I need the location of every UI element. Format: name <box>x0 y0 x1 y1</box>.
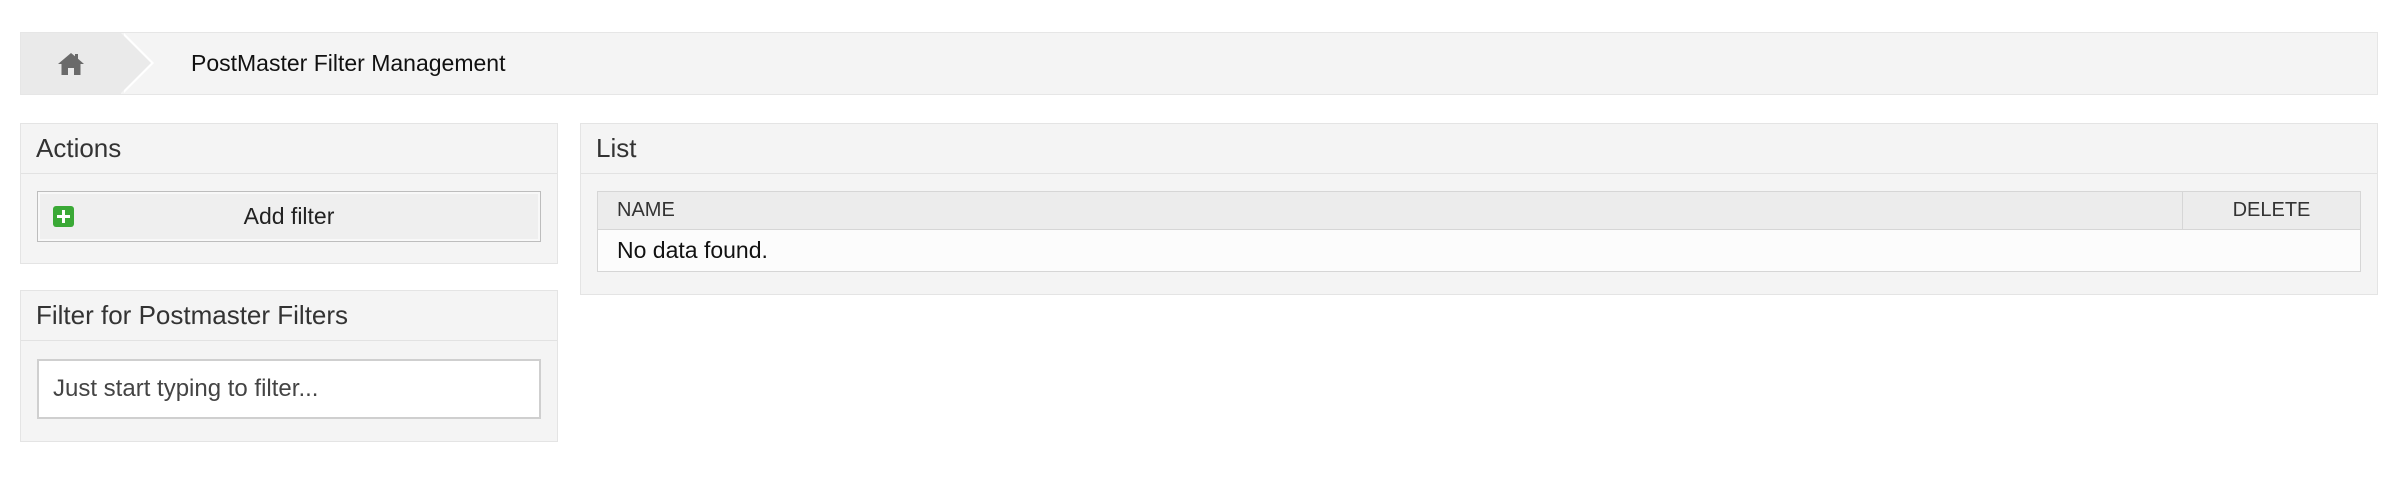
actions-header: Actions <box>21 124 557 174</box>
filter-header: Filter for Postmaster Filters <box>21 291 557 341</box>
filter-input[interactable] <box>37 359 541 419</box>
page-title: PostMaster Filter Management <box>191 50 506 76</box>
breadcrumb-home[interactable] <box>21 33 154 94</box>
home-icon <box>58 52 84 75</box>
column-header-delete[interactable]: DELETE <box>2182 191 2360 230</box>
plus-icon <box>53 206 74 227</box>
table-header-row: NAME DELETE <box>598 191 2360 230</box>
breadcrumb: PostMaster Filter Management <box>20 32 2378 95</box>
filter-widget: Filter for Postmaster Filters <box>20 290 558 442</box>
add-filter-label: Add filter <box>243 203 335 229</box>
column-header-name[interactable]: NAME <box>598 199 2182 222</box>
filter-table: NAME DELETE No data found. <box>597 191 2361 272</box>
table-row-empty: No data found. <box>598 230 2360 271</box>
add-filter-button[interactable]: Add filter <box>37 191 541 242</box>
actions-widget: Actions Add filter <box>20 123 558 264</box>
list-header: List <box>581 124 2377 174</box>
list-widget: List NAME DELETE No data found. <box>580 123 2378 295</box>
